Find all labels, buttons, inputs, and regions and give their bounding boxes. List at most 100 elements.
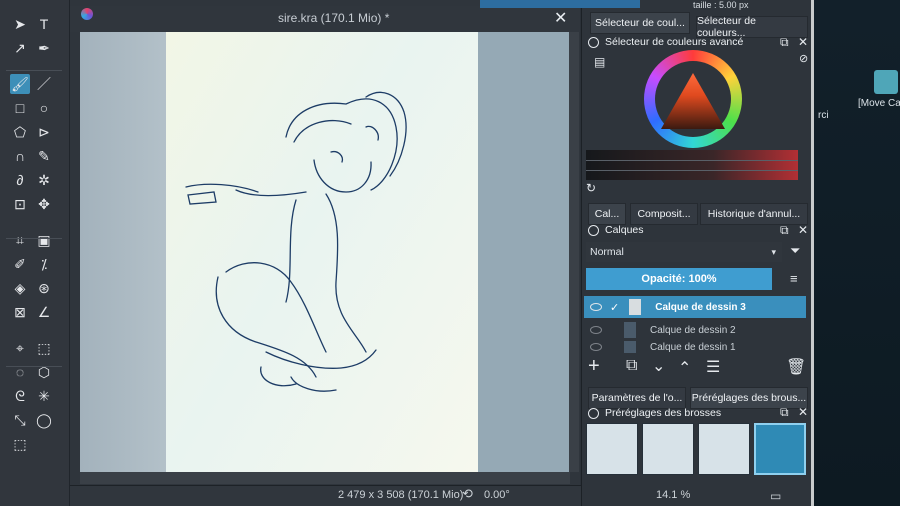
eye-icon[interactable] [590, 303, 602, 311]
opacity-slider[interactable]: Opacité: 100% [586, 268, 772, 290]
advanced-color-title: Sélecteur de couleurs avancé [605, 36, 744, 48]
rect-select-icon[interactable]: ⬚ [34, 338, 54, 358]
brush-icon[interactable]: 🖌 [10, 74, 30, 94]
check-icon[interactable]: ✓ [610, 301, 619, 314]
rectangle-icon[interactable]: □ [10, 98, 30, 118]
close-document-button[interactable]: ✕ [554, 8, 567, 28]
polyline-icon[interactable]: ⊳ [34, 122, 54, 142]
close-panel-icon[interactable]: ✕ [798, 405, 808, 419]
vertical-scrollbar[interactable] [569, 32, 579, 472]
sketch-drawing [185, 91, 407, 392]
contiguous-select-icon[interactable]: ✳ [34, 386, 54, 406]
float-panel-icon[interactable]: ⧉ [780, 35, 789, 50]
dynamic-brush-icon[interactable]: ∂ [10, 170, 30, 190]
screen-icon[interactable]: ▭ [770, 489, 781, 503]
desktop-shortcut-label[interactable]: [Move Ca [858, 98, 900, 109]
brush-preset[interactable] [586, 423, 638, 475]
text-tool-icon[interactable]: T [34, 14, 54, 34]
lock-icon[interactable] [588, 224, 599, 236]
move-down-icon[interactable]: ⌄ [652, 356, 665, 376]
assistant-icon[interactable]: ⊠ [10, 302, 30, 322]
measure-icon[interactable]: ∠ [34, 302, 54, 322]
krita-logo-icon [81, 8, 93, 20]
layer-row[interactable]: ✓ Calque de dessin 3 [584, 296, 806, 318]
disable-icon[interactable]: ⊘ [799, 52, 808, 65]
layers-title: Calques [605, 224, 644, 236]
filter-icon[interactable]: ⏷ [790, 243, 800, 259]
duplicate-layer-icon[interactable]: ⧉ [626, 357, 637, 375]
select-icon[interactable]: ➤ [10, 14, 30, 34]
transform-icon[interactable]: ⊡ [10, 194, 30, 214]
color-wheel[interactable] [644, 50, 742, 148]
image-dimensions: 2 479 x 3 508 (170.1 Mio) [338, 489, 464, 501]
hue-ring[interactable] [644, 50, 742, 148]
color-settings-icon[interactable]: ▤ [594, 55, 605, 69]
fill-icon[interactable]: ◈ [10, 278, 30, 298]
layer-thumbnail [624, 341, 636, 353]
delete-layer-icon[interactable]: 🗑 [786, 357, 806, 377]
tab-color-selector[interactable]: Sélecteur de coul... [590, 12, 690, 34]
lock-icon[interactable] [588, 36, 599, 48]
layer-row[interactable]: Calque de dessin 1 [584, 341, 806, 353]
freehand-path-icon[interactable]: ✎ [34, 146, 54, 166]
menu-icon[interactable]: ≡ [790, 271, 798, 286]
brush-size-label[interactable]: taille : 5.00 px [693, 0, 749, 10]
tab-undo-history[interactable]: Historique d'annul... [700, 203, 808, 225]
float-panel-icon[interactable]: ⧉ [780, 405, 789, 420]
layer-thumbnail [629, 299, 642, 315]
float-panel-icon[interactable]: ⧉ [780, 223, 789, 238]
layer-name[interactable]: Calque de dessin 3 [655, 302, 746, 313]
close-panel-icon[interactable]: ✕ [798, 35, 808, 49]
layers-header: Calques [588, 221, 644, 239]
eye-icon[interactable] [590, 326, 602, 334]
zoom-level[interactable]: 14.1 % [656, 489, 690, 501]
rotation-value[interactable]: 0.00° [484, 489, 510, 501]
color-picker-icon[interactable]: ✐ [10, 254, 30, 274]
chevron-down-icon: ▾ [771, 246, 776, 257]
reference-icon[interactable]: ⌖ [10, 338, 30, 358]
document-title: sire.kra (170.1 Mio) * [278, 11, 390, 25]
blend-mode-value: Normal [590, 246, 624, 258]
blend-mode-select[interactable]: Normal ▾ [586, 242, 782, 262]
freehand-select-icon[interactable]: ᘓ [10, 386, 30, 406]
bezier-icon[interactable]: ∩ [10, 146, 30, 166]
similar-select-icon[interactable]: ⤡ [10, 410, 30, 430]
layer-properties-icon[interactable]: ☰ [706, 357, 720, 377]
horizontal-scrollbar[interactable] [80, 472, 570, 484]
pattern-icon[interactable]: ⊛ [34, 278, 54, 298]
add-layer-icon[interactable]: + [588, 355, 600, 378]
move-icon[interactable]: ✥ [34, 194, 54, 214]
close-panel-icon[interactable]: ✕ [798, 223, 808, 237]
multibrush-icon[interactable]: ✲ [34, 170, 54, 190]
brush-preset[interactable] [642, 423, 694, 475]
drawing-canvas[interactable] [166, 32, 478, 472]
edit-shapes-icon[interactable]: ↗ [10, 38, 30, 58]
layer-name[interactable]: Calque de dessin 2 [650, 325, 736, 336]
eye-icon[interactable] [590, 343, 602, 351]
toolbar-strip [480, 0, 640, 8]
layer-row[interactable]: Calque de dessin 2 [584, 319, 806, 341]
calligraphy-icon[interactable]: ✒ [34, 38, 54, 58]
file-icon[interactable] [874, 70, 898, 94]
ellipse-select-icon[interactable]: ◌ [10, 362, 30, 382]
polygon-select-icon[interactable]: ⬡ [34, 362, 54, 382]
brush-preset[interactable] [698, 423, 750, 475]
crop-icon[interactable]: ⌗ [10, 230, 30, 250]
brush-preset-selected[interactable] [754, 423, 806, 475]
rotate-icon[interactable]: ⟲ [462, 486, 473, 502]
line-icon[interactable]: ／ [34, 74, 54, 94]
bezier-select-icon[interactable]: ◯ [34, 410, 54, 430]
colorize-mask-icon[interactable]: ⁒ [34, 254, 54, 274]
ellipse-icon[interactable]: ○ [34, 98, 54, 118]
magnetic-select-icon[interactable]: ⬚ [10, 434, 30, 454]
presets-header: Préréglages des brosses [588, 404, 721, 422]
polygon-icon[interactable]: ⬠ [10, 122, 30, 142]
move-up-icon[interactable]: ⌃ [678, 358, 691, 378]
color-sliders[interactable] [586, 150, 798, 180]
krita-window: ➤ T ↗ ✒ 🖌 ／ □ ○ ⬠ ⊳ ∩ ✎ ∂ ✲ ⊡ ✥ ⌗ ▣ ✐ ⁒ ◈ ⊛ ⊠ ∠ ⌖ ⬚ ◌ ⬡ ᘓ ✳ ⤡ ◯ ⬚ sire.k… [0, 0, 900, 506]
presets-title: Préréglages des brosses [605, 407, 722, 419]
gradient-icon[interactable]: ▣ [34, 230, 54, 250]
lock-icon[interactable] [588, 407, 599, 419]
refresh-icon[interactable]: ↻ [586, 181, 596, 195]
layer-name[interactable]: Calque de dessin 1 [650, 342, 736, 353]
